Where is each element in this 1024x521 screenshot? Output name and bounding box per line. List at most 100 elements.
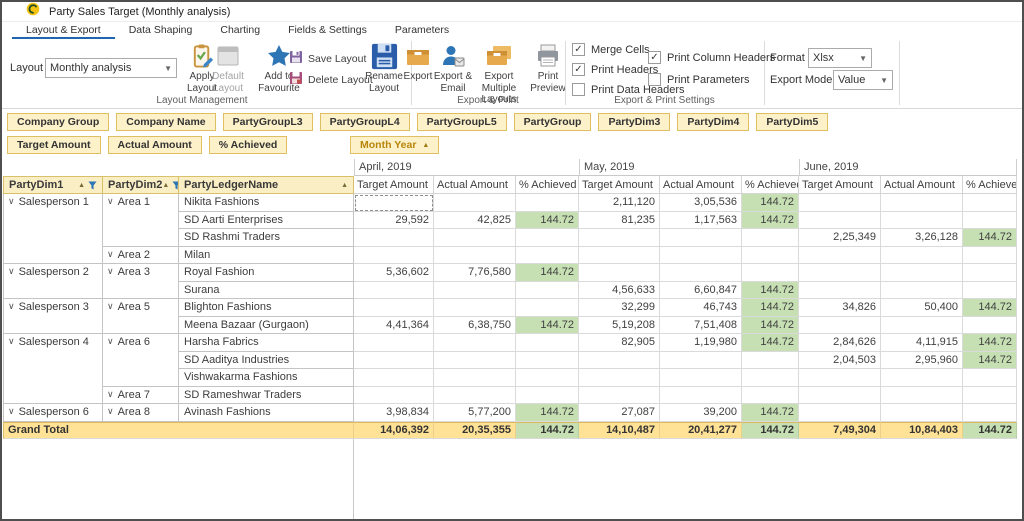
pivot-cell[interactable]: 50,400: [881, 299, 963, 317]
field-chip-target-amount[interactable]: Target Amount: [7, 136, 101, 154]
pivot-cell[interactable]: [799, 404, 881, 422]
pivot-cell[interactable]: 39,200: [660, 404, 742, 422]
pivot-cell[interactable]: 144.72: [963, 299, 1017, 317]
pivot-cell[interactable]: [434, 282, 516, 300]
pivot-cell[interactable]: 4,11,915: [881, 334, 963, 352]
pivot-cell[interactable]: [799, 387, 881, 405]
pivot-cell[interactable]: 144.72: [516, 317, 579, 335]
field-chip-actual-amount[interactable]: Actual Amount: [108, 136, 202, 154]
column-header-april-2019-target-amount[interactable]: Target Amount: [354, 176, 434, 194]
month-group-header-may-2019[interactable]: May, 2019: [579, 159, 799, 176]
default-layout-button[interactable]: Default Layout: [203, 41, 253, 94]
row-group-salesperson[interactable]: ∨Salesperson 1: [3, 194, 103, 264]
pivot-cell[interactable]: [963, 212, 1017, 230]
pivot-cell[interactable]: [881, 282, 963, 300]
pivot-cell[interactable]: [799, 369, 881, 387]
pivot-cell[interactable]: [881, 212, 963, 230]
pivot-cell[interactable]: [516, 282, 579, 300]
pivot-cell[interactable]: [799, 247, 881, 265]
field-chip-partygroupl5[interactable]: PartyGroupL5: [417, 113, 507, 131]
checkbox-merge-cells[interactable]: ✓Merge Cells: [572, 43, 650, 56]
pivot-cell[interactable]: [963, 404, 1017, 422]
pivot-cell[interactable]: [354, 299, 434, 317]
pivot-cell[interactable]: [579, 387, 660, 405]
pivot-cell[interactable]: 46,743: [660, 299, 742, 317]
pivot-cell[interactable]: 27,087: [579, 404, 660, 422]
pivot-cell[interactable]: 82,905: [579, 334, 660, 352]
tab-fields-settings[interactable]: Fields & Settings: [274, 22, 381, 39]
pivot-cell[interactable]: 3,05,536: [660, 194, 742, 212]
pivot-cell[interactable]: [434, 299, 516, 317]
pivot-cell[interactable]: 4,41,364: [354, 317, 434, 335]
pivot-cell[interactable]: 1,17,563: [660, 212, 742, 230]
pivot-cell[interactable]: [354, 334, 434, 352]
pivot-cell[interactable]: [660, 387, 742, 405]
pivot-cell[interactable]: [881, 317, 963, 335]
pivot-cell[interactable]: [963, 282, 1017, 300]
field-chip-company-group[interactable]: Company Group: [7, 113, 109, 131]
pivot-cell[interactable]: [799, 194, 881, 212]
save-layout-button[interactable]: Save Layout: [289, 50, 366, 67]
pivot-cell[interactable]: [963, 194, 1017, 212]
pivot-cell[interactable]: [881, 369, 963, 387]
tab-parameters[interactable]: Parameters: [381, 22, 463, 39]
format-select[interactable]: Xlsx▼: [808, 48, 872, 68]
layout-select[interactable]: Monthly analysis▼: [45, 58, 177, 78]
pivot-cell[interactable]: [354, 369, 434, 387]
pivot-cell[interactable]: 144.72: [963, 334, 1017, 352]
pivot-cell[interactable]: [742, 352, 799, 370]
pivot-cell[interactable]: [881, 387, 963, 405]
pivot-cell[interactable]: [354, 229, 434, 247]
pivot-cell[interactable]: [354, 387, 434, 405]
tab-charting[interactable]: Charting: [206, 22, 274, 39]
pivot-cell[interactable]: [434, 334, 516, 352]
row-group-area[interactable]: ∨Area 7: [103, 387, 179, 405]
pivot-cell[interactable]: [881, 247, 963, 265]
pivot-cell[interactable]: 6,38,750: [434, 317, 516, 335]
pivot-cell[interactable]: [881, 194, 963, 212]
pivot-cell[interactable]: 5,77,200: [434, 404, 516, 422]
pivot-cell[interactable]: [660, 264, 742, 282]
month-group-header-june-2019[interactable]: June, 2019: [799, 159, 1017, 176]
pivot-cell[interactable]: 3,98,834: [354, 404, 434, 422]
pivot-cell[interactable]: [963, 247, 1017, 265]
pivot-cell[interactable]: 2,84,626: [799, 334, 881, 352]
row-group-area[interactable]: ∨Area 5: [103, 299, 179, 334]
tab-data-shaping[interactable]: Data Shaping: [115, 22, 207, 39]
row-group-area[interactable]: ∨Area 2: [103, 247, 179, 265]
pivot-cell[interactable]: [434, 247, 516, 265]
pivot-cell[interactable]: 144.72: [963, 229, 1017, 247]
pivot-cell[interactable]: 144.72: [516, 212, 579, 230]
pivot-cell[interactable]: 7,51,408: [660, 317, 742, 335]
pivot-cell[interactable]: [434, 387, 516, 405]
column-header-june-2019-target-amount[interactable]: Target Amount: [799, 176, 881, 194]
month-group-header-april-2019[interactable]: April, 2019: [354, 159, 579, 176]
row-group-salesperson[interactable]: ∨Salesperson 3: [3, 299, 103, 334]
pivot-cell[interactable]: [354, 247, 434, 265]
pivot-cell[interactable]: 144.72: [742, 334, 799, 352]
column-header-april-2019-actual-amount[interactable]: Actual Amount: [434, 176, 516, 194]
row-header-partydim2[interactable]: PartyDim2▲: [103, 176, 179, 194]
pivot-cell[interactable]: [516, 352, 579, 370]
pivot-cell[interactable]: 144.72: [963, 352, 1017, 370]
pivot-cell[interactable]: 34,826: [799, 299, 881, 317]
export-button[interactable]: Export: [400, 41, 436, 83]
row-group-area[interactable]: ∨Area 1: [103, 194, 179, 247]
pivot-cell[interactable]: 144.72: [742, 299, 799, 317]
field-chip-company-name[interactable]: Company Name: [116, 113, 215, 131]
pivot-cell[interactable]: [799, 317, 881, 335]
pivot-cell[interactable]: 32,299: [579, 299, 660, 317]
row-group-salesperson[interactable]: ∨Salesperson 2: [3, 264, 103, 299]
pivot-cell[interactable]: 6,60,847: [660, 282, 742, 300]
row-header-partydim1[interactable]: PartyDim1▲: [3, 176, 103, 194]
row-header-partyledgername[interactable]: PartyLedgerName▲: [179, 176, 354, 194]
pivot-cell[interactable]: [516, 369, 579, 387]
pivot-cell[interactable]: [579, 352, 660, 370]
pivot-cell[interactable]: 1,19,980: [660, 334, 742, 352]
pivot-cell[interactable]: [516, 194, 579, 212]
pivot-cell[interactable]: [354, 194, 434, 212]
field-chip-partydim3[interactable]: PartyDim3: [598, 113, 670, 131]
pivot-cell[interactable]: [354, 282, 434, 300]
pivot-cell[interactable]: 2,04,503: [799, 352, 881, 370]
pivot-cell[interactable]: [742, 264, 799, 282]
